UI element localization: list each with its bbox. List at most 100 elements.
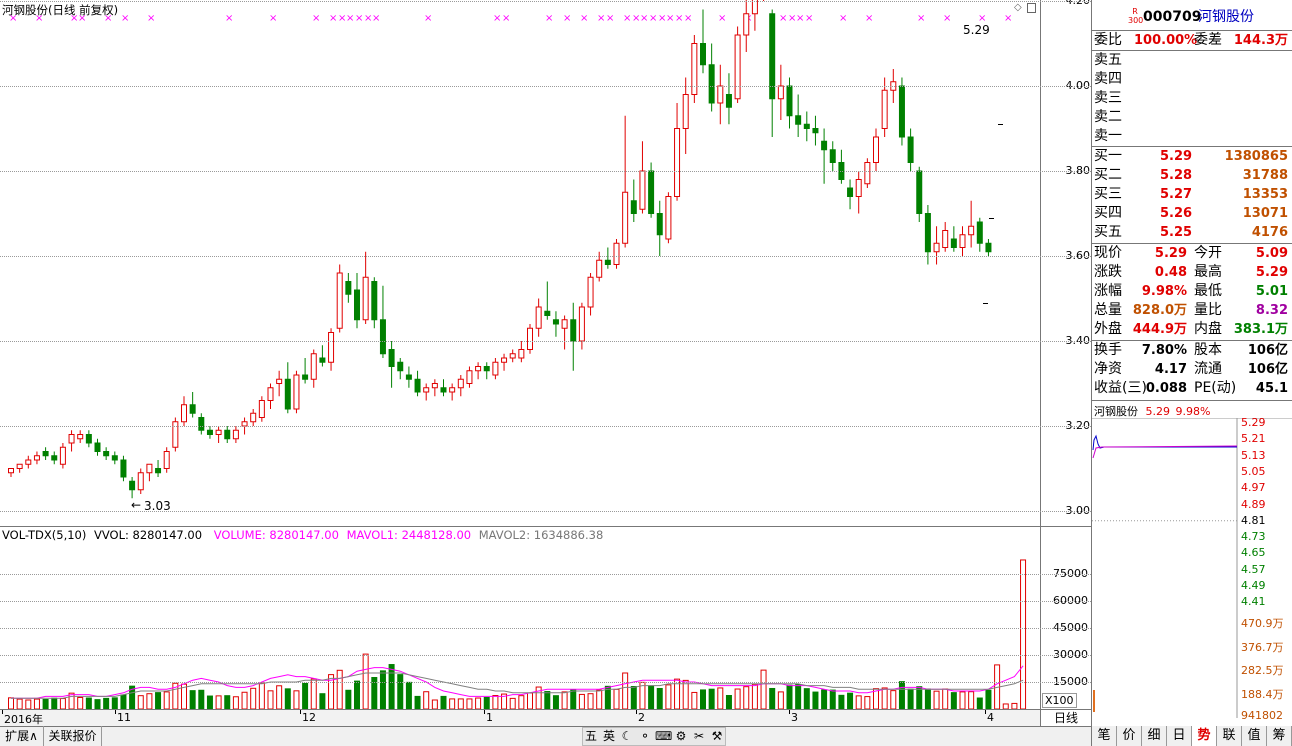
candle[interactable] <box>976 217 983 252</box>
candle[interactable] <box>215 426 222 443</box>
candle[interactable] <box>509 349 516 363</box>
date-axis[interactable]: 2016年 11 12 1 2 3 4 <box>0 710 1040 726</box>
volume-bar[interactable] <box>898 681 905 709</box>
volume-bar[interactable] <box>475 697 482 709</box>
candle[interactable] <box>777 64 784 120</box>
volume-bar[interactable] <box>293 690 300 709</box>
candle[interactable] <box>276 370 283 397</box>
volume-bar[interactable] <box>578 693 585 709</box>
volume-bar[interactable] <box>111 697 118 709</box>
candle[interactable] <box>942 222 949 252</box>
volume-bar[interactable] <box>968 691 975 709</box>
volume-bar[interactable] <box>942 688 949 709</box>
candle[interactable] <box>25 455 32 469</box>
right-tab[interactable]: 价 <box>1117 726 1142 746</box>
volume-bar[interactable] <box>59 698 66 709</box>
volume-bar[interactable] <box>449 698 456 709</box>
candle[interactable] <box>501 353 508 371</box>
candle[interactable] <box>85 430 92 448</box>
candle[interactable] <box>968 200 975 248</box>
candle[interactable] <box>388 341 395 388</box>
volume-bar[interactable] <box>33 698 40 709</box>
volume-bar[interactable] <box>743 686 750 709</box>
right-tab[interactable]: 值 <box>1242 726 1267 746</box>
volume-bar[interactable] <box>120 694 127 709</box>
volume-bar[interactable] <box>85 697 92 709</box>
candle[interactable] <box>206 426 213 439</box>
candle[interactable] <box>552 311 559 337</box>
candle[interactable] <box>371 277 378 329</box>
candle[interactable] <box>155 460 162 477</box>
candle[interactable] <box>847 179 854 210</box>
volume-bar[interactable] <box>552 695 559 709</box>
candle[interactable] <box>284 362 291 414</box>
volume-bar[interactable] <box>769 687 776 709</box>
volume-bar[interactable] <box>829 689 836 709</box>
volume-bar[interactable] <box>648 685 655 709</box>
candle[interactable] <box>483 362 490 380</box>
volume-bar[interactable] <box>751 683 758 709</box>
volume-bar[interactable] <box>51 697 58 709</box>
candle[interactable] <box>795 94 802 138</box>
candle[interactable] <box>397 358 404 380</box>
volume-bar[interactable] <box>388 664 395 709</box>
candle[interactable] <box>59 443 66 469</box>
volume-bar[interactable] <box>518 695 525 709</box>
candle[interactable] <box>16 463 23 473</box>
candle[interactable] <box>129 477 136 499</box>
candle[interactable] <box>734 26 741 104</box>
volume-bar[interactable] <box>527 692 533 709</box>
candle[interactable] <box>354 273 360 329</box>
volume-bar[interactable] <box>812 691 819 709</box>
candle[interactable] <box>319 345 326 367</box>
candle[interactable] <box>518 341 525 363</box>
candle[interactable] <box>310 349 317 388</box>
volume-bar[interactable] <box>310 678 317 709</box>
volume-bar[interactable] <box>786 684 793 709</box>
right-tab[interactable]: 势 <box>1192 726 1217 746</box>
tab-expand[interactable]: 扩展∧ <box>0 726 44 746</box>
candle[interactable] <box>630 179 637 223</box>
volume-bar[interactable] <box>777 691 784 709</box>
volume-bar[interactable] <box>924 688 931 709</box>
volume-bar[interactable] <box>94 699 101 709</box>
volume-bar[interactable] <box>855 695 862 709</box>
candle[interactable] <box>950 226 957 252</box>
volume-bar[interactable] <box>630 686 637 710</box>
candle[interactable] <box>440 379 447 397</box>
volume-bar[interactable] <box>976 697 983 709</box>
volume-bar[interactable] <box>890 690 897 709</box>
candle[interactable] <box>431 379 438 397</box>
volume-bar[interactable] <box>224 695 231 709</box>
volume-bar[interactable] <box>656 687 663 709</box>
volume-bar[interactable] <box>189 690 196 709</box>
candle[interactable] <box>120 455 127 482</box>
candle[interactable] <box>475 362 482 380</box>
volume-bar[interactable] <box>760 669 767 709</box>
volume-bar[interactable] <box>821 689 828 709</box>
candle[interactable] <box>293 370 300 414</box>
volume-bar[interactable] <box>284 688 291 709</box>
candle[interactable] <box>535 298 542 337</box>
candle[interactable] <box>544 281 551 320</box>
candle[interactable] <box>33 451 40 465</box>
volume-bar[interactable] <box>587 693 594 709</box>
candle[interactable] <box>181 396 187 426</box>
candle[interactable] <box>570 302 577 371</box>
volume-bar[interactable] <box>206 695 213 709</box>
volume-bar[interactable] <box>717 687 724 709</box>
candle[interactable] <box>68 430 75 452</box>
candle[interactable] <box>189 392 196 418</box>
candle[interactable] <box>111 451 118 465</box>
right-tab[interactable]: 日 <box>1167 726 1192 746</box>
candle[interactable] <box>561 315 568 350</box>
candle[interactable] <box>77 430 84 443</box>
toolbar-glyph-icon[interactable]: ✂ <box>691 728 707 745</box>
right-tabs[interactable]: 笔价细日势联值筹 <box>1092 726 1292 746</box>
volume-bar[interactable] <box>8 697 14 709</box>
volume-bar[interactable] <box>431 699 438 709</box>
candle[interactable] <box>751 0 758 31</box>
candle[interactable] <box>137 468 144 495</box>
candle[interactable] <box>665 192 672 244</box>
candle[interactable] <box>466 366 473 388</box>
